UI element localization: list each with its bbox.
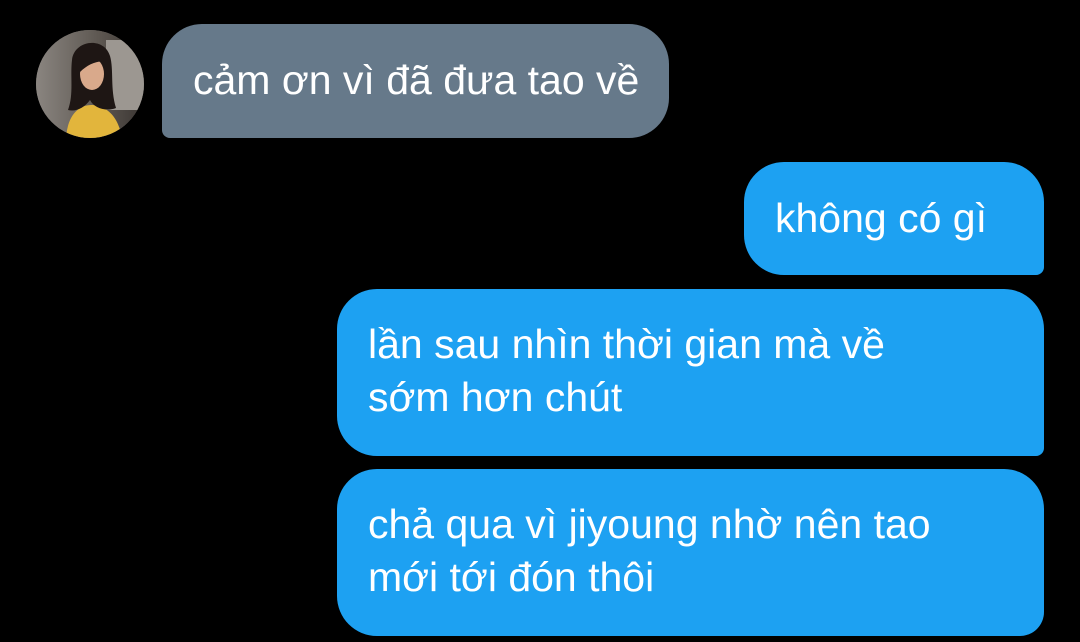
message-text-line: chả qua vì jiyoung nhờ nên tao — [368, 501, 931, 547]
message-text: cảm ơn vì đã đưa tao về — [193, 57, 640, 103]
contact-avatar[interactable] — [36, 30, 144, 138]
message-text: không có gì — [775, 195, 987, 241]
message-text-line: lần sau nhìn thời gian mà về — [368, 321, 885, 367]
message-text-line: mới tới đón thôi — [368, 554, 655, 600]
message-text-line: sớm hơn chút — [368, 374, 623, 420]
avatar-photo-icon — [36, 30, 144, 138]
message-bubble-outgoing[interactable]: không có gì — [744, 162, 1044, 275]
message-bubble-incoming[interactable]: cảm ơn vì đã đưa tao về — [162, 24, 670, 138]
message-bubble-outgoing[interactable]: lần sau nhìn thời gian mà về sớm hơn chú… — [337, 289, 1044, 456]
message-bubble-outgoing[interactable]: chả qua vì jiyoung nhờ nên tao mới tới đ… — [337, 469, 1044, 636]
